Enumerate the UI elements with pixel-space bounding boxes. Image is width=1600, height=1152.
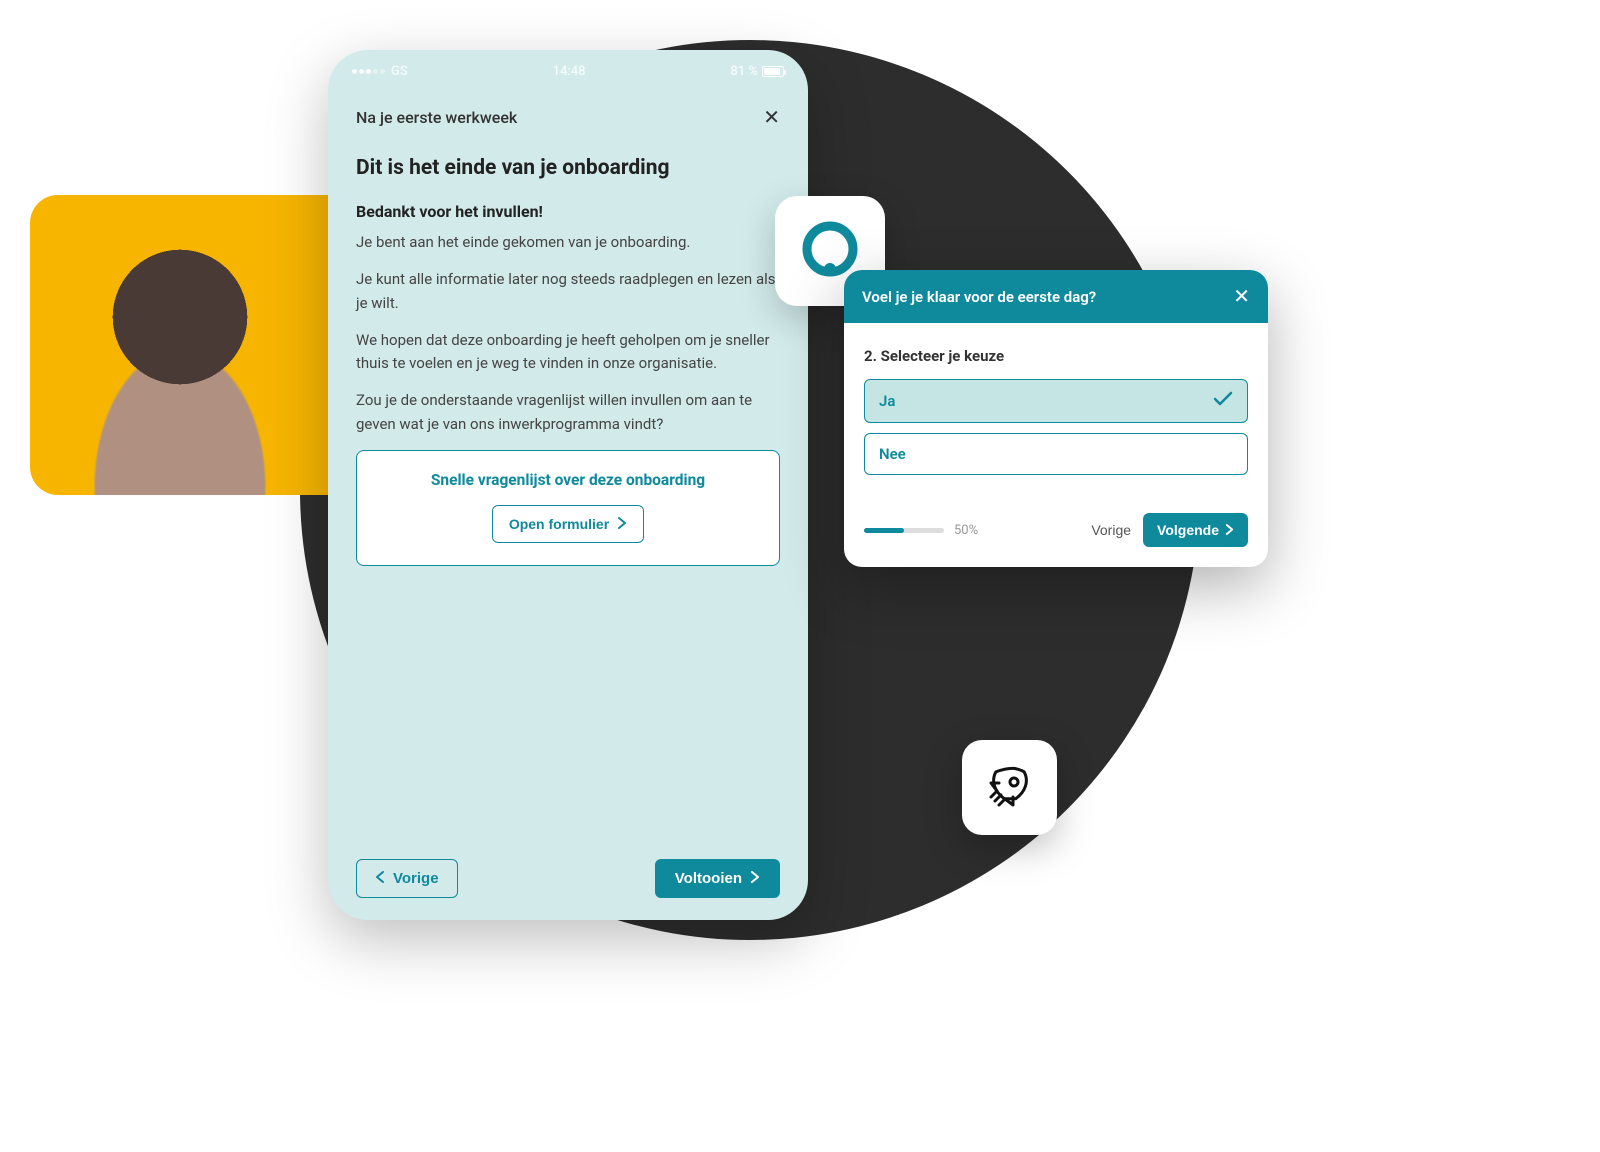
paragraph-3: We hopen dat deze onboarding je heeft ge…: [356, 329, 780, 376]
popup-previous-button[interactable]: Vorige: [1091, 522, 1131, 538]
complete-label: Voltooien: [675, 870, 742, 887]
complete-button[interactable]: Voltooien: [655, 859, 780, 898]
signal-dots-icon: [352, 69, 385, 74]
phone-mockup: GS 14:48 81 % Na je eerste werkweek ✕ Di…: [328, 50, 808, 920]
paragraph-2: Je kunt alle informatie later nog steeds…: [356, 268, 780, 315]
chevron-right-icon: [750, 870, 760, 887]
option-no[interactable]: Nee: [864, 433, 1248, 475]
close-button[interactable]: ✕: [763, 105, 780, 130]
option-yes-label: Ja: [879, 392, 895, 410]
chevron-right-icon: [617, 516, 627, 532]
carrier-label: GS: [391, 64, 408, 79]
popup-next-button[interactable]: Volgende: [1143, 513, 1248, 547]
previous-label: Vorige: [393, 870, 439, 887]
close-icon: ✕: [1233, 286, 1250, 308]
rocket-icon: [985, 761, 1035, 815]
rocket-tile: [962, 740, 1057, 835]
page-heading: Dit is het einde van je onboarding: [356, 156, 780, 180]
battery-icon: [762, 66, 784, 77]
popup-close-button[interactable]: ✕: [1233, 284, 1250, 309]
chevron-left-icon: [375, 870, 385, 887]
chevron-right-icon: [1225, 522, 1234, 538]
popup-next-label: Volgende: [1157, 522, 1219, 538]
paragraph-1: Je bent aan het einde gekomen van je onb…: [356, 231, 780, 254]
option-yes[interactable]: Ja: [864, 379, 1248, 423]
status-time: 14:48: [553, 64, 586, 79]
open-form-button[interactable]: Open formulier: [492, 505, 644, 543]
phone-status-bar: GS 14:48 81 %: [328, 50, 808, 87]
question-label: 2. Selecteer je keuze: [864, 347, 1248, 365]
question-popup: Voel je je klaar voor de eerste dag? ✕ 2…: [844, 270, 1268, 567]
popup-title: Voel je je klaar voor de eerste dag?: [862, 288, 1096, 306]
survey-card: Snelle vragenlijst over deze onboarding …: [356, 450, 780, 566]
paragraph-4: Zou je de onderstaande vragenlijst wille…: [356, 389, 780, 436]
option-no-label: Nee: [879, 445, 906, 463]
screen-title: Na je eerste werkweek: [356, 108, 517, 127]
progress-indicator: 50%: [864, 523, 1079, 538]
progress-pct-label: 50%: [954, 523, 978, 538]
battery-pct: 81 %: [730, 64, 758, 79]
page-subheading: Bedankt voor het invullen!: [356, 202, 780, 221]
survey-card-title: Snelle vragenlijst over deze onboarding: [375, 471, 761, 489]
open-form-label: Open formulier: [509, 516, 609, 532]
close-icon: ✕: [763, 107, 780, 129]
check-icon: [1213, 391, 1233, 411]
previous-button[interactable]: Vorige: [356, 859, 458, 898]
